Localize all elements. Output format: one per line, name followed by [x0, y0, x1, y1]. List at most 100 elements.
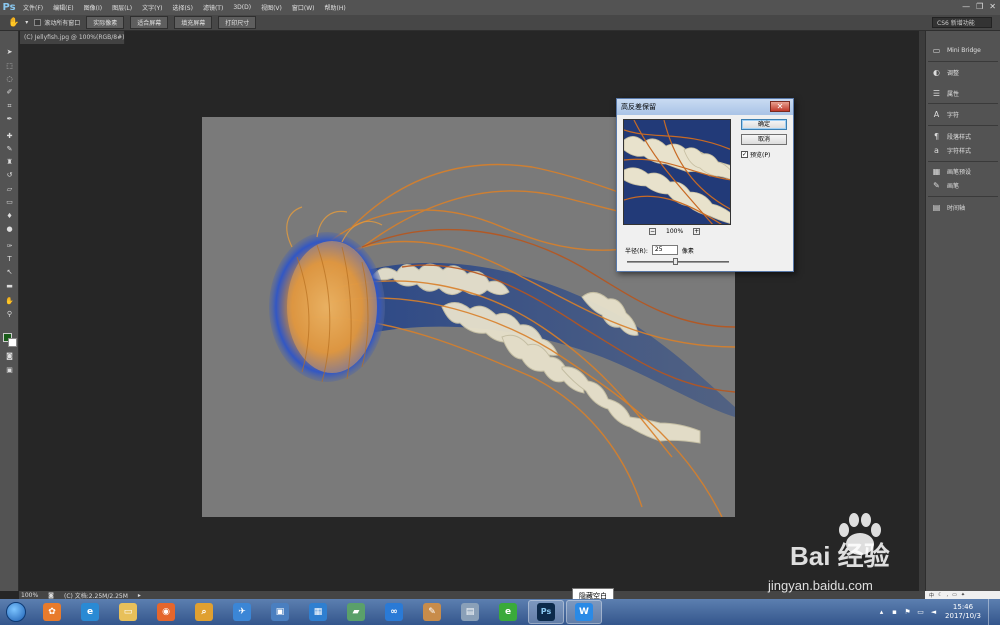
move-tool-icon[interactable]: ➤ [3, 47, 16, 58]
status-arrow-icon[interactable]: ▸ [138, 592, 141, 599]
up-arrow-icon[interactable]: ▴ [877, 608, 886, 617]
tool-preset-dropdown[interactable]: ▾ [25, 19, 28, 26]
panel-mini-bridge[interactable]: ▭ Mini Bridge [932, 46, 981, 55]
clone-stamp-tool-icon[interactable]: ♜ [3, 157, 16, 168]
marquee-tool-icon[interactable]: ⬚ [3, 61, 16, 72]
taskbar-app-button[interactable]: ▤ [452, 600, 488, 624]
shape-tool-icon[interactable]: ▬ [3, 281, 16, 292]
panel-character-styles[interactable]: a 字符样式 [932, 146, 971, 155]
zoom-in-button[interactable]: + [693, 228, 701, 235]
taskbar-app-button[interactable]: Ps [528, 600, 564, 624]
document-tab[interactable]: (C) Jellyfish.jpg @ 100%(RGB/8#) [20, 31, 125, 44]
fill-screen-button[interactable]: 填充屏幕 [174, 16, 213, 29]
dialog-close-button[interactable]: ✕ [770, 101, 790, 112]
taskbar-app-button[interactable]: ▰ [338, 600, 374, 624]
status-menu-icon[interactable]: ◙ [48, 592, 54, 599]
radius-slider[interactable] [627, 261, 729, 263]
character-styles-icon: a [934, 146, 939, 155]
display-icon[interactable]: ▭ [916, 608, 925, 617]
hand-tool-icon[interactable]: ✋ [3, 296, 16, 307]
minimize-button[interactable]: — [962, 2, 970, 11]
menu-image[interactable]: 图像(I) [79, 3, 107, 12]
menu-window[interactable]: 窗口(W) [287, 3, 320, 12]
preview-checkbox[interactable]: ✓ 预览(P) [741, 150, 770, 159]
cancel-button[interactable]: 取消 [741, 134, 787, 145]
type-tool-icon[interactable]: T [3, 254, 16, 265]
ok-button[interactable]: 确定 [741, 119, 787, 130]
keyboard-icon[interactable]: ▭ [952, 592, 957, 598]
taskbar-app-button[interactable]: ✎ [414, 600, 450, 624]
punctuation-icon[interactable]: , [947, 592, 949, 598]
radius-input[interactable]: 25 [651, 245, 678, 255]
menu-view[interactable]: 视图(V) [256, 3, 287, 12]
zoom-tool-icon[interactable]: ⚲ [3, 309, 16, 320]
panel-adjustments[interactable]: ◐ 调整 [932, 68, 959, 77]
actual-pixels-button[interactable]: 实际像素 [86, 16, 125, 29]
pen-tool-icon[interactable]: ✑ [3, 241, 16, 252]
panel-paragraph-styles[interactable]: ¶ 段落样式 [932, 132, 971, 141]
brush-tool-icon[interactable]: ✎ [3, 144, 16, 155]
taskbar-app-button[interactable]: e [490, 600, 526, 624]
gradient-tool-icon[interactable]: ▭ [3, 197, 16, 208]
maximize-button[interactable]: ❐ [976, 2, 983, 11]
settings-icon[interactable]: ✦ [961, 592, 965, 598]
path-select-tool-icon[interactable]: ↖ [3, 267, 16, 278]
taskbar-app-button[interactable]: ▣ [262, 600, 298, 624]
taskbar-app-button[interactable]: e [72, 600, 108, 624]
zoom-readout[interactable]: 100% [21, 592, 38, 599]
dialog-titlebar[interactable]: 高反差保留 ✕ [617, 99, 793, 115]
panel-label: Mini Bridge [947, 47, 981, 54]
quick-mask-icon[interactable]: ◙ [3, 351, 16, 362]
print-size-button[interactable]: 打印尺寸 [218, 16, 257, 29]
healing-brush-tool-icon[interactable]: ✚ [3, 131, 16, 142]
eyedropper-tool-icon[interactable]: ✒ [3, 114, 16, 125]
menu-help[interactable]: 帮助(H) [320, 3, 351, 12]
menu-type[interactable]: 文字(Y) [137, 3, 167, 12]
panel-timeline[interactable]: ▤ 时间轴 [932, 203, 965, 212]
menu-3d[interactable]: 3D(D) [228, 4, 256, 11]
filter-preview[interactable] [623, 119, 731, 225]
close-button[interactable]: ✕ [989, 2, 996, 11]
taskbar-app-button[interactable]: ✿ [34, 600, 70, 624]
history-brush-tool-icon[interactable]: ↺ [3, 170, 16, 181]
lasso-tool-icon[interactable]: ◌ [3, 74, 16, 85]
taskbar-app-button[interactable]: ▦ [300, 600, 336, 624]
panel-brush[interactable]: ✎ 画笔 [932, 181, 959, 190]
taskbar-app-button[interactable]: ✈ [224, 600, 260, 624]
taskbar-app-button[interactable]: ⌕ [186, 600, 222, 624]
taskbar-app-button[interactable]: ∞ [376, 600, 412, 624]
blur-tool-icon[interactable]: ♦ [3, 211, 16, 222]
ime-icon[interactable]: 中 [929, 592, 934, 599]
menu-filter[interactable]: 滤镜(T) [198, 3, 228, 12]
volume-icon[interactable]: ◄ [929, 608, 938, 617]
show-desktop-button[interactable] [988, 599, 996, 625]
start-button[interactable] [0, 599, 32, 625]
windows-taskbar: ✿ e ▭ ◉ ⌕ ✈ ▣ ▦ ▰ ∞ ✎ ▤ e Ps W ▴ ▪ ⚑ ▭ ◄ 15:46 2017/10… [0, 599, 1000, 625]
clock[interactable]: 15:46 2017/10/3 [942, 603, 984, 621]
menu-file[interactable]: 文件(F) [18, 3, 48, 12]
crop-tool-icon[interactable]: ⌗ [3, 101, 16, 112]
menu-layer[interactable]: 图层(L) [107, 3, 137, 12]
panel-character[interactable]: A 字符 [932, 110, 959, 119]
menu-edit[interactable]: 编辑(E) [48, 3, 78, 12]
radius-slider-thumb[interactable] [672, 258, 678, 265]
menu-select[interactable]: 选择(S) [167, 3, 198, 12]
quick-select-tool-icon[interactable]: ✐ [3, 87, 16, 98]
flag-icon[interactable]: ⚑ [903, 608, 912, 617]
panel-properties[interactable]: ☰ 属性 [932, 89, 959, 98]
screen-mode-icon[interactable]: ▣ [3, 365, 16, 376]
zoom-out-button[interactable]: − [649, 228, 656, 235]
network-icon[interactable]: ▪ [890, 608, 899, 617]
background-color-swatch[interactable] [8, 338, 17, 347]
taskbar-app-button[interactable]: ◉ [148, 600, 184, 624]
moon-icon[interactable]: ☾ [938, 592, 942, 598]
eraser-tool-icon[interactable]: ▱ [3, 184, 16, 195]
workspace-select[interactable]: CS6 新增功能 [932, 17, 992, 28]
panel-brush-presets[interactable]: ▦ 画笔预设 [932, 167, 971, 176]
scroll-all-windows-checkbox[interactable]: 滚动所有窗口 [34, 18, 80, 27]
panel-divider [928, 61, 998, 62]
fit-screen-button[interactable]: 适合屏幕 [130, 16, 169, 29]
taskbar-app-button[interactable]: W [566, 600, 602, 624]
dodge-tool-icon[interactable]: ● [3, 224, 16, 235]
taskbar-app-button[interactable]: ▭ [110, 600, 146, 624]
